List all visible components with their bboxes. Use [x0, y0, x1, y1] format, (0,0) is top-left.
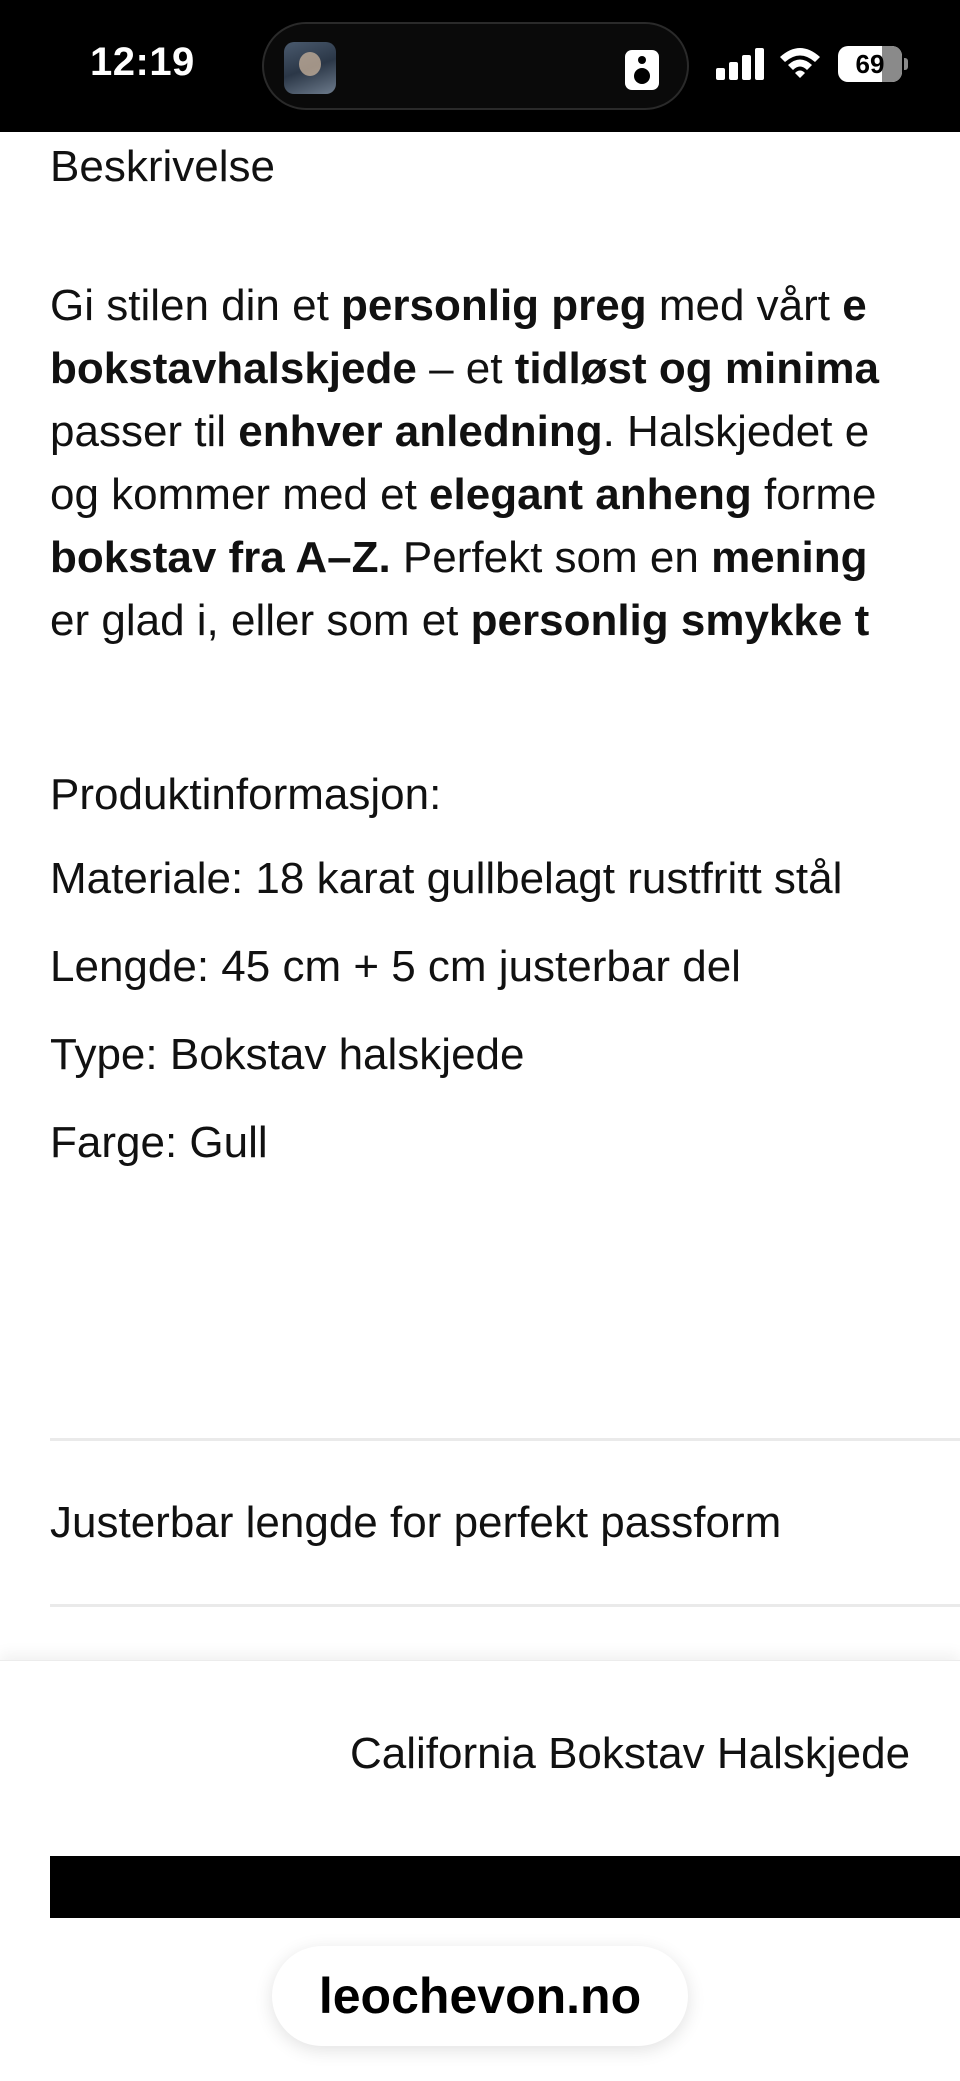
now-playing-artwork-icon	[284, 42, 336, 94]
divider	[50, 1438, 960, 1441]
description-bold-text: e	[842, 281, 867, 330]
description-line: er glad i, eller som et personlig smykke…	[50, 589, 960, 652]
status-time: 12:19	[90, 40, 195, 84]
battery-level: 69	[855, 49, 885, 79]
add-to-cart-button[interactable]	[50, 1856, 960, 1918]
description-bold-text: personlig smykke t	[470, 596, 870, 645]
sticky-product-name: California Bokstav Halskjede	[350, 1729, 911, 1778]
description-text-segment: er glad i, eller som et	[50, 596, 471, 645]
description-bold-text: enhver anledning	[238, 407, 603, 456]
description-text: Gi stilen din et personlig preg med vårt…	[50, 274, 960, 654]
description-text-segment: med vårt	[646, 281, 843, 330]
description-text-segment: og kommer med et	[50, 470, 430, 519]
description-text-segment: passer til	[50, 407, 239, 456]
battery-icon: 69	[838, 46, 908, 82]
cellular-signal-icon	[716, 48, 764, 80]
description-text-segment: . Halskjedet e	[602, 407, 870, 456]
description-text-segment: – et	[416, 344, 515, 393]
product-details[interactable]: Beskrivelse Gi stilen din et personlig p…	[0, 132, 960, 1662]
product-info-heading: Produktinformasjon:	[50, 770, 442, 819]
dynamic-island[interactable]	[262, 22, 689, 110]
description-bold-text: bokstavhalskjede	[50, 344, 417, 393]
description-heading: Beskrivelse	[50, 142, 275, 191]
description-bold-text: bokstav fra A–Z.	[50, 533, 391, 582]
description-bold-text: mening	[711, 533, 868, 582]
spec-color: Farge: Gull	[50, 1118, 268, 1167]
description-text-segment: Gi stilen din et	[50, 281, 342, 330]
description-line: Gi stilen din et personlig preg med vårt…	[50, 274, 960, 337]
browser-url-bar[interactable]: leochevon.no	[272, 1946, 688, 2046]
wifi-icon	[780, 48, 820, 78]
description-bold-text: tidløst og minima	[514, 344, 879, 393]
description-line: passer til enhver anledning. Halskjedet …	[50, 400, 960, 463]
speaker-icon	[625, 50, 659, 90]
description-text-segment: forme	[751, 470, 877, 519]
sticky-add-to-cart-bar: California Bokstav Halskjede leochevon.n…	[0, 1660, 960, 2081]
description-line: bokstavhalskjede – et tidløst og minima	[50, 337, 960, 400]
spec-type: Type: Bokstav halskjede	[50, 1030, 525, 1079]
description-text-segment: Perfekt som en	[390, 533, 712, 582]
description-bold-text: elegant anheng	[429, 470, 752, 519]
status-bar: 12:19 69	[0, 0, 960, 132]
description-bold-text: personlig preg	[341, 281, 647, 330]
description-line: og kommer med et elegant anheng forme	[50, 463, 960, 526]
description-line: bokstav fra A–Z. Perfekt som en mening	[50, 526, 960, 589]
spec-length: Lengde: 45 cm + 5 cm justerbar del	[50, 942, 741, 991]
spec-material: Materiale: 18 karat gullbelagt rustfritt…	[50, 854, 843, 903]
feature-accordion-item[interactable]: Justerbar lengde for perfekt passform	[50, 1498, 781, 1548]
divider	[50, 1604, 960, 1607]
